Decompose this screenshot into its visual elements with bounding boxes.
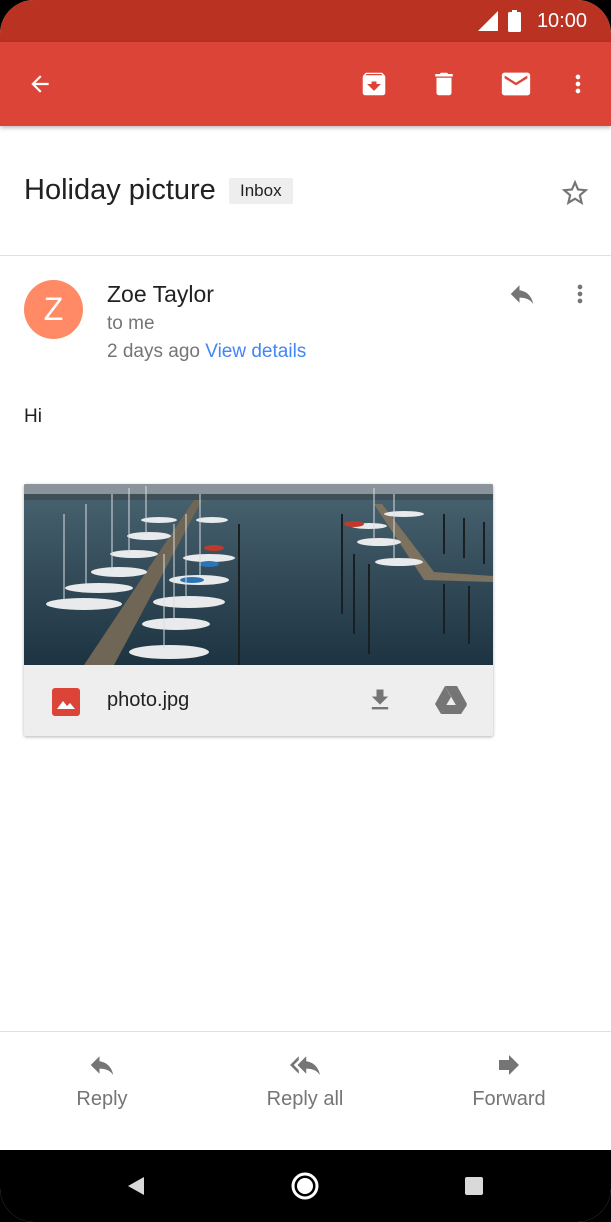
more-vert-icon — [575, 74, 581, 94]
app-bar — [0, 42, 611, 126]
nav-home-button[interactable] — [283, 1165, 327, 1207]
reply-all-button[interactable]: Reply all — [235, 1050, 375, 1111]
star-button[interactable] — [552, 170, 598, 216]
recipient-text: to me — [107, 313, 155, 334]
arrow-back-icon — [31, 75, 49, 93]
reply-all-icon — [290, 1056, 320, 1075]
email-time: 2 days ago — [107, 341, 200, 362]
sender-name: Zoe Taylor — [107, 281, 214, 307]
forward-label: Forward — [472, 1088, 546, 1110]
attachment-card[interactable]: photo.jpg — [24, 484, 493, 736]
status-bar: 10:00 — [0, 0, 611, 42]
download-button[interactable] — [360, 680, 400, 720]
star-outline-icon — [561, 179, 589, 205]
mail-icon — [501, 72, 531, 96]
attachment-thumbnail[interactable] — [24, 484, 493, 665]
nav-back-icon — [128, 1177, 144, 1195]
archive-button[interactable] — [350, 62, 398, 106]
reply-icon — [510, 285, 534, 304]
mark-unread-button[interactable] — [490, 62, 542, 106]
reply-icon — [90, 1056, 114, 1075]
save-to-drive-button[interactable] — [430, 680, 472, 720]
google-drive-icon — [435, 686, 467, 714]
nav-recents-button[interactable] — [454, 1168, 494, 1204]
email-body: Hi — [24, 406, 42, 427]
status-time: 10:00 — [536, 9, 587, 32]
forward-button[interactable]: Forward — [439, 1050, 579, 1111]
subject-row: Holiday picture Inbox — [0, 126, 611, 256]
reply-button[interactable]: Reply — [32, 1050, 172, 1111]
signal-icon — [477, 11, 498, 31]
nav-home-icon — [291, 1172, 319, 1200]
back-button[interactable] — [16, 62, 64, 106]
bottom-action-bar: Reply Reply all Forward — [0, 1031, 611, 1150]
message-more-button[interactable] — [562, 272, 598, 316]
sender-avatar: Z — [24, 280, 83, 339]
image-file-icon — [52, 688, 80, 716]
attachment-filename: photo.jpg — [107, 689, 190, 711]
more-options-button[interactable] — [560, 62, 596, 106]
screen: 10:00 Holiday picture Inbox Z Zoe Taylor… — [0, 0, 611, 1222]
email-subject: Holiday picture — [24, 174, 216, 206]
battery-icon — [507, 10, 521, 32]
reply-all-label: Reply all — [266, 1088, 344, 1110]
download-icon — [371, 689, 389, 710]
nav-recents-icon — [465, 1177, 483, 1195]
more-vert-icon — [577, 284, 583, 304]
inbox-label[interactable]: Inbox — [229, 178, 293, 204]
reply-button-header[interactable] — [500, 272, 544, 316]
reply-label: Reply — [76, 1088, 128, 1110]
nav-back-button[interactable] — [116, 1168, 156, 1204]
email-meta: 2 days ago View details — [107, 341, 306, 363]
system-nav-bar — [0, 1150, 611, 1222]
delete-button[interactable] — [420, 62, 468, 106]
delete-icon — [435, 72, 453, 96]
forward-icon — [499, 1055, 519, 1075]
archive-icon — [362, 72, 386, 96]
view-details-link[interactable]: View details — [205, 341, 306, 362]
